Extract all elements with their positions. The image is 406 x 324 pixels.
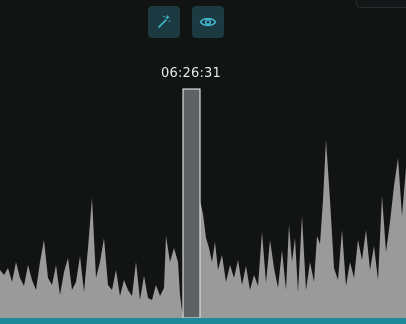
playhead-time-label: 06:26:31	[161, 66, 221, 81]
waveform-shape	[0, 140, 406, 318]
timeline-progress-bar[interactable]	[0, 318, 406, 324]
video-timeline-panel: 06:26:31	[0, 0, 406, 324]
audio-waveform[interactable]	[0, 0, 406, 324]
playhead-selection[interactable]	[182, 88, 201, 319]
